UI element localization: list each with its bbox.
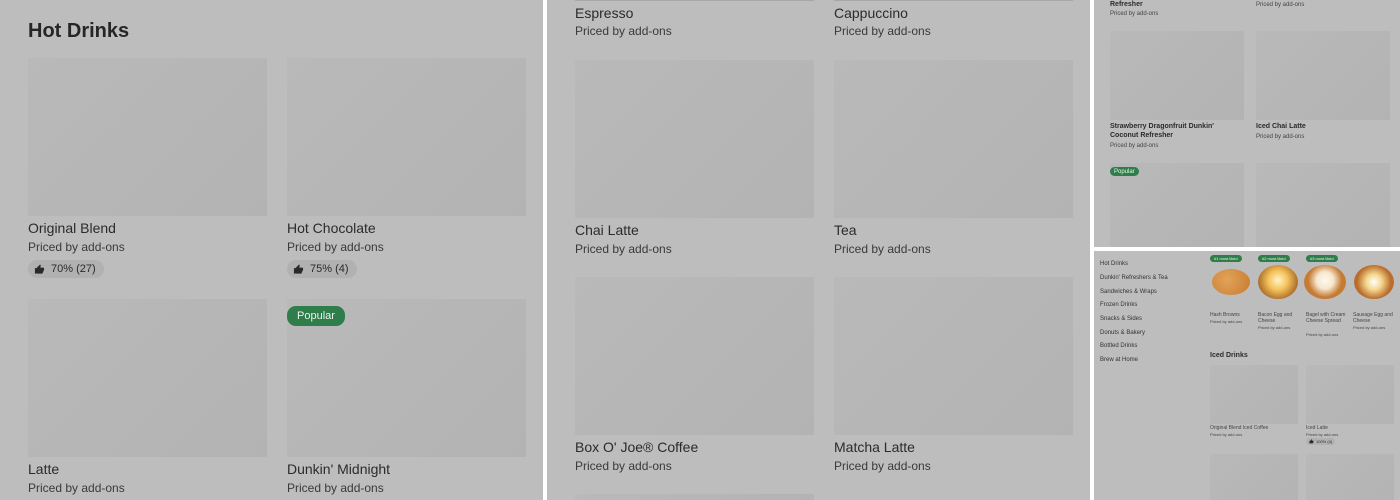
item-price: Priced by add-ons [1110, 143, 1159, 149]
item-title[interactable]: Cappuccino [834, 5, 908, 21]
item-title[interactable]: Dunkin' Midnight [287, 461, 390, 477]
rating-pill: 100% (4) [1306, 438, 1336, 445]
menu-panel-hot-drinks: Hot Drinks Original Blend Priced by add-… [0, 0, 543, 500]
thumbs-up-icon [293, 263, 304, 275]
item-image-strawberry-refresher[interactable] [1110, 31, 1244, 120]
item-title[interactable]: Original Blend Iced Coffee [1210, 425, 1268, 431]
most-liked-badge: #1 most liked [1210, 255, 1242, 262]
sidebar-item-sandwiches[interactable]: Sandwiches & Wraps [1100, 289, 1157, 295]
item-title[interactable]: Sausage Egg and Cheese [1353, 312, 1393, 324]
item-title[interactable]: Strawberry Dragonfruit Dunkin' Coconut R… [1110, 122, 1240, 140]
item-price: Priced by add-ons [1110, 11, 1159, 17]
menu-panel-overview: Hot Drinks Dunkin' Refreshers & Tea Sand… [1094, 251, 1400, 500]
item-price: Priced by add-ons [1256, 2, 1305, 8]
sidebar-item-hot-drinks[interactable]: Hot Drinks [1100, 261, 1128, 267]
item-image[interactable] [1210, 454, 1298, 500]
section-title: Hot Drinks [28, 20, 130, 42]
thumbs-up-icon [1309, 438, 1314, 445]
item-image-box-o-joe[interactable] [575, 277, 814, 435]
most-liked-badge: #3 most liked [1306, 255, 1338, 262]
item-price: Priced by add-ons [834, 459, 931, 473]
sidebar-item-bottled[interactable]: Bottled Drinks [1100, 343, 1137, 349]
item-price: Priced by add-ons [1306, 332, 1339, 337]
item-price: Priced by add-ons [1306, 432, 1339, 437]
item-image-iced-coffee[interactable] [1210, 365, 1298, 424]
item-price: Priced by add-ons [287, 240, 384, 254]
item-price: Priced by add-ons [1256, 134, 1305, 140]
item-title[interactable]: Tea [834, 222, 857, 238]
item-title[interactable]: Espresso [575, 5, 633, 21]
item-image-chai-latte[interactable] [575, 60, 814, 218]
rating-text: 70% (27) [51, 263, 96, 275]
item-price: Priced by add-ons [834, 242, 931, 256]
sausage-egg-cheese-image[interactable] [1354, 265, 1394, 299]
item-image-tea[interactable] [834, 60, 1073, 218]
item-title[interactable]: Latte [28, 461, 59, 477]
popular-badge: Popular [1110, 167, 1139, 176]
item-image-iced-chai-latte[interactable] [1256, 31, 1390, 120]
sidebar-item-snacks[interactable]: Snacks & Sides [1100, 316, 1142, 322]
item-image-hot-chocolate[interactable] [287, 58, 526, 216]
item-title[interactable]: Matcha Latte [834, 439, 915, 455]
item-title[interactable]: Hash Browns [1210, 312, 1240, 318]
item-title[interactable]: Bagel with Cream Cheese Spread [1306, 312, 1346, 324]
item-image-next[interactable] [575, 494, 814, 500]
item-title[interactable]: Iced Chai Latte [1256, 122, 1306, 131]
item-image[interactable] [1306, 454, 1394, 500]
item-image-iced-latte[interactable] [1306, 365, 1394, 424]
item-price: Priced by add-ons [1210, 319, 1243, 324]
item-price: Priced by add-ons [1353, 325, 1386, 330]
item-image-latte[interactable] [28, 299, 267, 457]
item-price: Priced by add-ons [287, 481, 384, 495]
rating-pill: 70% (27) [28, 260, 104, 278]
sidebar-item-brew[interactable]: Brew at Home [1100, 357, 1138, 363]
item-price: Priced by add-ons [575, 242, 672, 256]
rating-text: 75% (4) [310, 263, 349, 275]
bagel-cream-cheese-image[interactable] [1304, 265, 1346, 299]
image-edge [575, 0, 814, 1]
most-liked-badge: #2 most liked [1258, 255, 1290, 262]
bacon-egg-cheese-image[interactable] [1258, 265, 1298, 299]
sidebar-item-refreshers[interactable]: Dunkin' Refreshers & Tea [1100, 275, 1168, 281]
item-image-original-blend[interactable] [28, 58, 267, 216]
item-price: Priced by add-ons [834, 24, 931, 38]
item-title[interactable]: Bacon Egg and Cheese [1258, 312, 1296, 324]
hash-browns-image[interactable] [1212, 269, 1250, 295]
sidebar-item-donuts[interactable]: Donuts & Bakery [1100, 330, 1145, 336]
rating-pill: 75% (4) [287, 260, 357, 278]
sidebar-item-frozen[interactable]: Frozen Drinks [1100, 302, 1137, 308]
item-price: Priced by add-ons [1258, 325, 1291, 330]
thumbs-up-icon [34, 263, 45, 275]
rating-text: 100% (4) [1316, 439, 1333, 444]
item-image[interactable] [1256, 163, 1390, 247]
item-price: Priced by add-ons [575, 24, 672, 38]
section-title: Iced Drinks [1210, 352, 1248, 359]
item-title[interactable]: Box O' Joe® Coffee [575, 439, 698, 455]
item-price: Priced by add-ons [28, 481, 125, 495]
item-title[interactable]: Original Blend [28, 220, 116, 236]
item-price: Priced by add-ons [28, 240, 125, 254]
image-edge [834, 0, 1073, 1]
menu-panel-hot-drinks-continued: Espresso Priced by add-ons Cappuccino Pr… [547, 0, 1090, 500]
item-title[interactable]: Chai Latte [575, 222, 639, 238]
popular-badge: Popular [287, 306, 345, 326]
item-title[interactable]: Iced Latte [1306, 425, 1328, 431]
item-title[interactable]: Refresher [1110, 0, 1143, 9]
item-image-matcha-latte[interactable] [834, 277, 1073, 435]
item-title[interactable]: Hot Chocolate [287, 220, 376, 236]
item-price: Priced by add-ons [1210, 432, 1243, 437]
menu-panel-refreshers: Refresher Priced by add-ons Priced by ad… [1094, 0, 1400, 247]
item-price: Priced by add-ons [575, 459, 672, 473]
